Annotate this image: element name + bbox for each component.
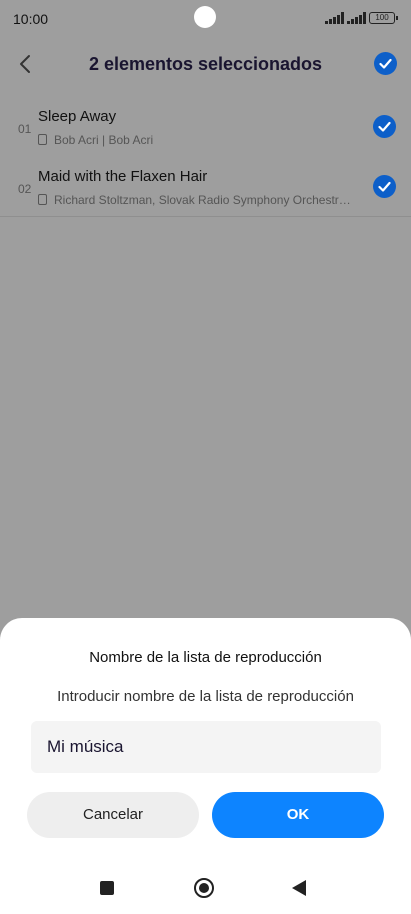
track-number: 02 xyxy=(18,182,32,196)
status-time: 10:00 xyxy=(13,11,49,27)
dialog-hint: Introducir nombre de la lista de reprodu… xyxy=(57,688,354,705)
battery-icon: 100 xyxy=(369,12,398,24)
track-number: 01 xyxy=(18,122,32,136)
signal-icon-2 xyxy=(347,12,367,24)
status-bar: 10:00 100 xyxy=(0,0,411,38)
square-icon[interactable] xyxy=(100,881,114,895)
circle-home-icon[interactable] xyxy=(194,878,214,898)
device-icon xyxy=(38,194,47,205)
song-title: Maid with the Flaxen Hair xyxy=(38,168,208,185)
triangle-back-icon[interactable] xyxy=(292,880,306,896)
list-divider xyxy=(0,216,411,217)
selection-header: 2 elementos seleccionados xyxy=(0,40,411,88)
page-title: 2 elementos seleccionados xyxy=(88,54,323,74)
song-artist: Richard Stoltzman, Slovak Radio Symphony… xyxy=(54,193,351,207)
device-icon xyxy=(38,134,47,145)
selected-check-icon[interactable] xyxy=(373,175,396,198)
screen: 10:00 100 2 elementos seleccionados 01 S… xyxy=(0,0,411,914)
select-all-check-icon[interactable] xyxy=(374,52,397,75)
navigation-bar xyxy=(0,862,411,914)
signal-icon xyxy=(325,12,345,24)
list-item-song-1[interactable]: 01 Sleep Away Bob Acri | Bob Acri xyxy=(0,98,411,158)
camera-cutout xyxy=(194,6,216,28)
playlist-name-input[interactable] xyxy=(31,721,381,773)
song-subtitle: Richard Stoltzman, Slovak Radio Symphony… xyxy=(38,193,351,207)
song-title: Sleep Away xyxy=(38,108,117,125)
dialog-title: Nombre de la lista de reproducción xyxy=(89,649,322,666)
cancel-button[interactable]: Cancelar xyxy=(27,792,199,838)
song-artist: Bob Acri | Bob Acri xyxy=(54,133,154,147)
list-item-song-2[interactable]: 02 Maid with the Flaxen Hair Richard Sto… xyxy=(0,158,411,218)
ok-button[interactable]: OK xyxy=(212,792,384,838)
song-subtitle: Bob Acri | Bob Acri xyxy=(38,133,153,147)
selected-check-icon[interactable] xyxy=(373,115,396,138)
playlist-name-dialog: Nombre de la lista de reproducción Intro… xyxy=(0,618,411,914)
